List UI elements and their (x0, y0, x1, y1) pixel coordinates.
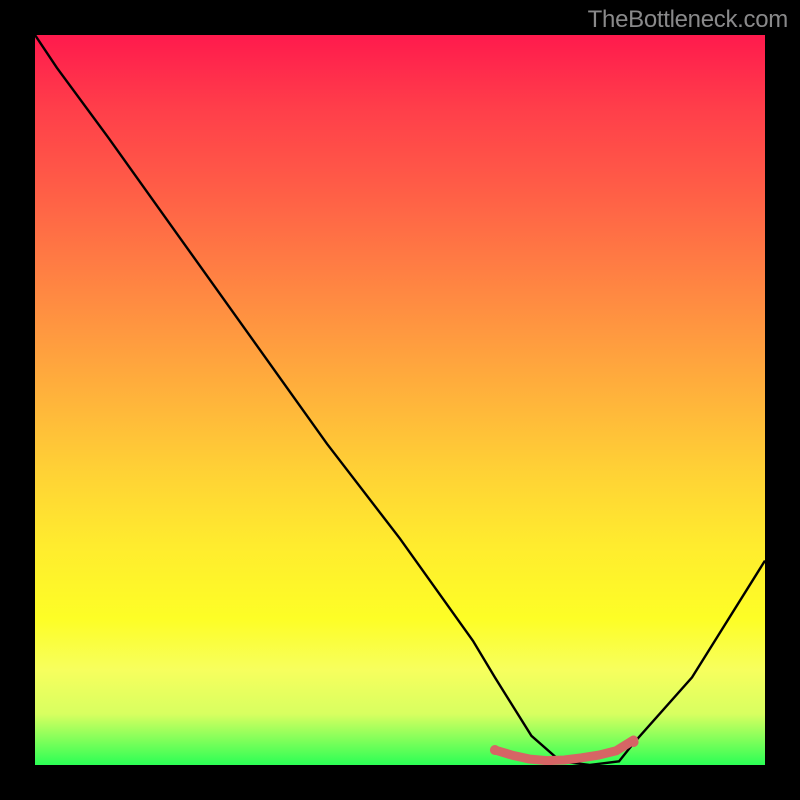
bottleneck-curve (35, 35, 765, 765)
chart-plot-area (35, 35, 765, 765)
marker-dot-right (629, 737, 639, 747)
curve-path (35, 35, 765, 765)
marker-dot-left (490, 745, 500, 755)
watermark-text: TheBottleneck.com (588, 6, 788, 34)
minimum-marker (495, 740, 634, 761)
